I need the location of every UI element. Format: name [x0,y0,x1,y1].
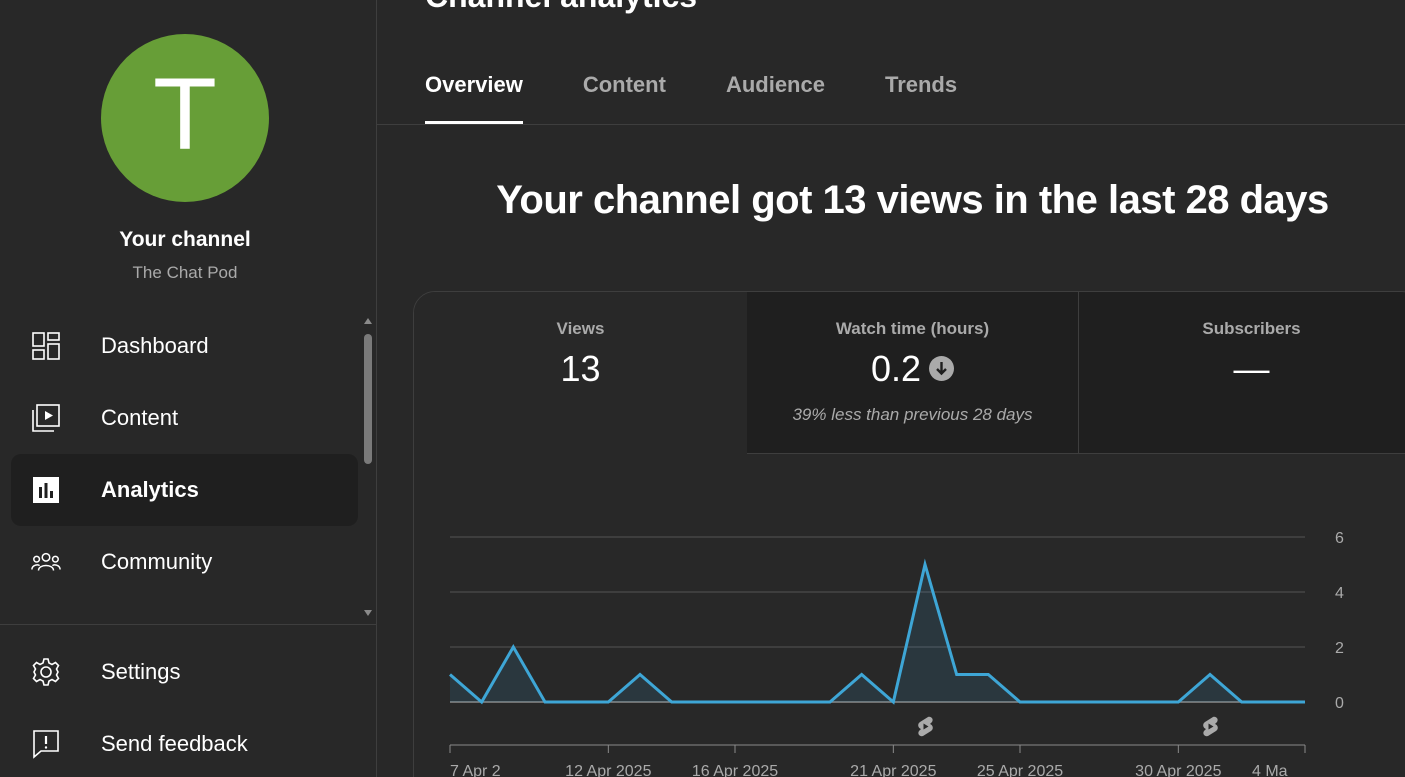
views-line-chart: 0 2 4 6 7 Apr 2 12 Apr 2025 16 Apr 2025 21 Apr … [449,530,1344,777]
metric-subscribers[interactable]: Subscribers — [1079,292,1405,454]
sidebar-item-analytics[interactable]: Analytics [11,454,358,526]
content-icon [31,403,61,433]
y-tick-label: 2 [1335,640,1344,657]
sidebar-item-settings[interactable]: Settings [11,636,358,708]
community-icon [31,547,61,577]
y-tick-label: 0 [1335,695,1344,712]
metric-value: 0.2 [870,348,922,389]
arrow-down-icon [929,355,955,381]
avatar-letter: T [155,60,215,172]
series-line [449,558,1305,705]
main-content: Channel analytics Overview Content Audie… [377,0,1405,777]
metric-note: 39% less than previous 28 days [792,405,1033,424]
sidebar-nav: Dashboard Content Analytics Community [0,310,377,622]
x-tick-label: 4 Ma [1252,763,1288,777]
sidebar-item-community[interactable]: Community [11,526,358,598]
metric-label: Watch time (hours) [835,319,990,338]
tab-content[interactable]: Content [583,72,666,124]
channel-title: Your channel [119,228,251,251]
sidebar-scrollbar[interactable] [362,316,374,618]
metric-label: Subscribers [1202,319,1301,338]
tab-audience[interactable]: Audience [726,72,825,124]
sidebar-item-label: Content [101,405,179,430]
y-tick-label: 6 [1335,530,1344,547]
sidebar-divider [0,624,377,625]
x-tick-label: 16 Apr 2025 [692,763,778,777]
studio-app: T Your channel The Chat Pod Dashboard Co… [0,0,1405,777]
sidebar: T Your channel The Chat Pod Dashboard Co… [0,0,377,777]
x-tick-label: 30 Apr 2025 [1135,763,1221,777]
scroll-up-arrow-icon[interactable] [364,318,372,324]
sidebar-item-send-feedback[interactable]: Send feedback [11,708,358,777]
metric-value-row: 0.2 [747,348,1078,390]
scroll-down-arrow-icon[interactable] [364,610,372,616]
x-tick-label: 7 Apr 2 [450,763,501,777]
shorts-icon [1203,716,1218,737]
page-title: Channel analytics [425,0,697,15]
shorts-icon [918,716,933,737]
headline: Your channel got 13 views in the last 28… [496,178,1329,222]
tabs-divider [377,124,1405,125]
sidebar-item-content[interactable]: Content [11,382,358,454]
dashboard-icon [31,331,61,361]
metric-watch-time[interactable]: Watch time (hours) 0.2 39% less than pre… [747,292,1079,454]
sidebar-item-label: Community [101,549,213,574]
sidebar-item-label: Dashboard [101,333,209,358]
sidebar-item-label: Send feedback [101,731,248,756]
series-area [450,564,1305,702]
channel-name: The Chat Pod [132,263,238,282]
x-tick-label: 12 Apr 2025 [565,763,651,777]
x-tick-label: 21 Apr 2025 [850,763,936,777]
tab-overview[interactable]: Overview [425,72,523,124]
analytics-tabs: Overview Content Audience Trends [425,72,1017,124]
metric-views[interactable]: Views 13 [414,292,747,454]
metric-value: 13 [560,348,601,389]
y-tick-label: 4 [1335,585,1344,602]
channel-avatar[interactable]: T [101,34,269,202]
metric-value: — [1233,348,1270,389]
metric-label: Views [556,319,605,338]
sidebar-item-dashboard[interactable]: Dashboard [11,310,358,382]
analytics-icon [31,475,61,505]
sidebar-item-label: Analytics [101,477,199,502]
feedback-icon [31,729,61,759]
gear-icon [31,657,61,687]
scroll-thumb[interactable] [364,334,372,464]
tab-trends[interactable]: Trends [885,72,957,124]
x-tick-label: 25 Apr 2025 [977,763,1063,777]
sidebar-item-label: Settings [101,659,181,684]
